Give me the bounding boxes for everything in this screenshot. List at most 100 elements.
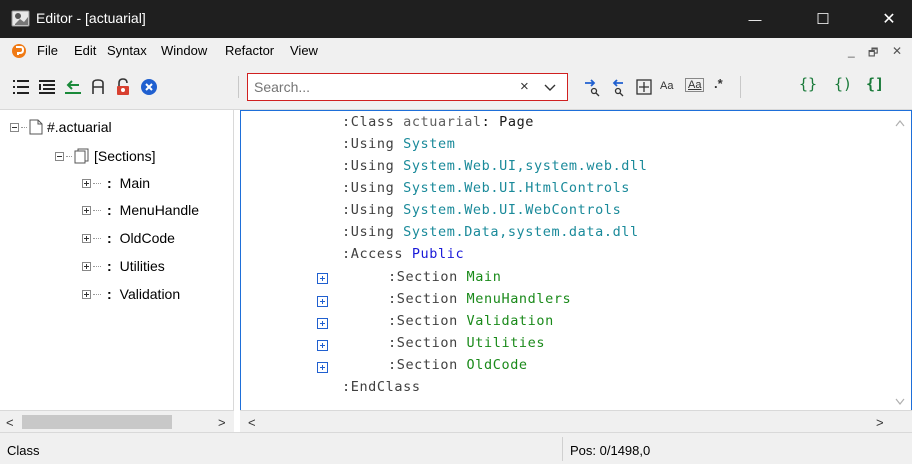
- app-menu-icon[interactable]: [11, 43, 27, 59]
- folder-pages-icon: [74, 148, 89, 164]
- match-case-icon[interactable]: Aa: [660, 80, 673, 92]
- code-line[interactable]: :Using System.Web.UI.WebControls: [342, 199, 621, 221]
- editor-horizontal-scrollbar[interactable]: < >: [240, 410, 912, 432]
- search-box[interactable]: ×: [247, 73, 568, 101]
- minimize-button[interactable]: —: [732, 0, 778, 38]
- close-icon: ✕: [882, 11, 896, 28]
- maximize-button[interactable]: ☐: [800, 0, 846, 38]
- code-line[interactable]: :Access Public: [342, 243, 464, 265]
- mdi-minimize-button[interactable]: _: [848, 44, 855, 58]
- editor-app-icon: [11, 10, 30, 27]
- expand-section-icon[interactable]: [317, 340, 328, 351]
- collapse-icon[interactable]: [55, 151, 64, 161]
- code-line[interactable]: :Section Validation: [388, 310, 554, 332]
- code-editor[interactable]: :Class actuarial: Page :Using System :Us…: [240, 110, 912, 410]
- tree-connector: [93, 293, 101, 295]
- menu-window[interactable]: Window: [161, 43, 207, 58]
- expand-icon[interactable]: [82, 205, 91, 215]
- scroll-right-icon[interactable]: >: [218, 415, 226, 430]
- tree-connector: [93, 265, 101, 267]
- code-line[interactable]: :Using System.Web.UI,system.web.dll: [342, 155, 647, 177]
- minimize-icon: —: [748, 11, 762, 27]
- title-bar: Editor - [actuarial] — ☐ ✕: [0, 0, 912, 38]
- code-line[interactable]: :Class actuarial: Page: [342, 111, 534, 133]
- scroll-up-icon[interactable]: [895, 119, 905, 127]
- menu-syntax[interactable]: Syntax: [107, 43, 147, 58]
- menu-file[interactable]: File: [37, 43, 58, 58]
- code-line[interactable]: :Section Utilities: [388, 332, 545, 354]
- scrollbar-thumb[interactable]: [22, 415, 172, 429]
- expand-section-icon[interactable]: [317, 318, 328, 329]
- tree-item-label: OldCode: [119, 230, 175, 246]
- toolbar-separator: [740, 76, 741, 98]
- expand-icon[interactable]: [82, 178, 91, 188]
- code-line[interactable]: :Using System.Data,system.data.dll: [342, 221, 639, 243]
- find-next-icon[interactable]: [582, 77, 602, 97]
- expand-section-icon[interactable]: [317, 362, 328, 373]
- tree-item-validation[interactable]: : Validation: [82, 283, 180, 305]
- section-marker-icon: :: [107, 258, 112, 274]
- regex-icon[interactable]: .*: [714, 76, 723, 91]
- expand-section-icon[interactable]: [317, 273, 328, 284]
- outline-list-icon[interactable]: [11, 77, 31, 97]
- expand-section-icon[interactable]: [317, 296, 328, 307]
- select-all-icon[interactable]: [634, 77, 654, 97]
- window-title: Editor - [actuarial]: [36, 10, 146, 26]
- tree-connector: [21, 126, 27, 128]
- status-position: Pos: 0/1498,0: [570, 443, 651, 458]
- scroll-left-icon[interactable]: <: [6, 415, 14, 430]
- search-clear-icon[interactable]: ×: [520, 78, 529, 95]
- expand-icon[interactable]: [82, 261, 91, 271]
- chevron-down-icon[interactable]: [542, 79, 558, 95]
- tree-item-label: Validation: [119, 286, 181, 302]
- search-input[interactable]: [254, 78, 514, 96]
- code-line[interactable]: :Using System.Web.UI.HtmlControls: [342, 177, 630, 199]
- find-prev-icon[interactable]: [608, 77, 628, 97]
- menu-edit[interactable]: Edit: [74, 43, 96, 58]
- section-marker-icon: :: [107, 202, 112, 218]
- code-line[interactable]: :Section OldCode: [388, 354, 528, 376]
- tree-item-menuhandle[interactable]: : MenuHandle: [82, 199, 199, 221]
- mdi-close-button[interactable]: ✕: [892, 44, 902, 58]
- expand-icon[interactable]: [82, 233, 91, 243]
- font-icon[interactable]: [88, 77, 108, 97]
- whole-word-icon[interactable]: Aa: [685, 78, 705, 92]
- file-icon: [29, 119, 43, 135]
- indent-list-icon[interactable]: [37, 77, 57, 97]
- scroll-down-icon[interactable]: [895, 398, 905, 406]
- tree-connector: [66, 155, 72, 157]
- menu-refactor[interactable]: Refactor: [225, 43, 274, 58]
- tree-connector: [93, 209, 101, 211]
- tree-item-label: Utilities: [119, 258, 165, 274]
- collapse-icon[interactable]: [10, 122, 19, 132]
- lock-off-icon[interactable]: [113, 77, 133, 97]
- mdi-restore-button[interactable]: 🗗: [868, 44, 878, 63]
- section-marker-icon: :: [107, 286, 112, 302]
- brace-bracket-icon[interactable]: {]: [866, 75, 884, 93]
- tree-item-label: Main: [119, 175, 151, 191]
- tree-sections[interactable]: [Sections]: [55, 145, 155, 167]
- brace-paren-icon[interactable]: {): [834, 75, 852, 93]
- close-button[interactable]: ✕: [866, 0, 912, 38]
- code-line[interactable]: :Section Main: [388, 266, 501, 288]
- tree-horizontal-scrollbar[interactable]: < >: [0, 410, 234, 432]
- close-circle-icon[interactable]: [139, 77, 159, 97]
- tree-item-label: MenuHandle: [119, 202, 200, 218]
- tree-root-label: #.actuarial: [47, 119, 112, 135]
- code-line[interactable]: :EndClass: [342, 376, 421, 398]
- braces-icon[interactable]: {}: [799, 75, 817, 93]
- menu-view[interactable]: View: [290, 43, 318, 58]
- scroll-right-icon[interactable]: >: [876, 415, 884, 430]
- back-arrow-icon[interactable]: [63, 77, 83, 97]
- section-marker-icon: :: [107, 175, 112, 191]
- tree-item-oldcode[interactable]: : OldCode: [82, 227, 175, 249]
- status-divider: [562, 437, 563, 461]
- tree-root[interactable]: #.actuarial: [10, 116, 112, 138]
- expand-icon[interactable]: [82, 289, 91, 299]
- scroll-left-icon[interactable]: <: [248, 415, 256, 430]
- code-line[interactable]: :Using System: [342, 133, 455, 155]
- tree-item-main[interactable]: : Main: [82, 172, 150, 194]
- tree-item-utilities[interactable]: : Utilities: [82, 255, 165, 277]
- menu-bar: File Edit Syntax Window Refactor View _ …: [0, 38, 912, 64]
- code-line[interactable]: :Section MenuHandlers: [388, 288, 571, 310]
